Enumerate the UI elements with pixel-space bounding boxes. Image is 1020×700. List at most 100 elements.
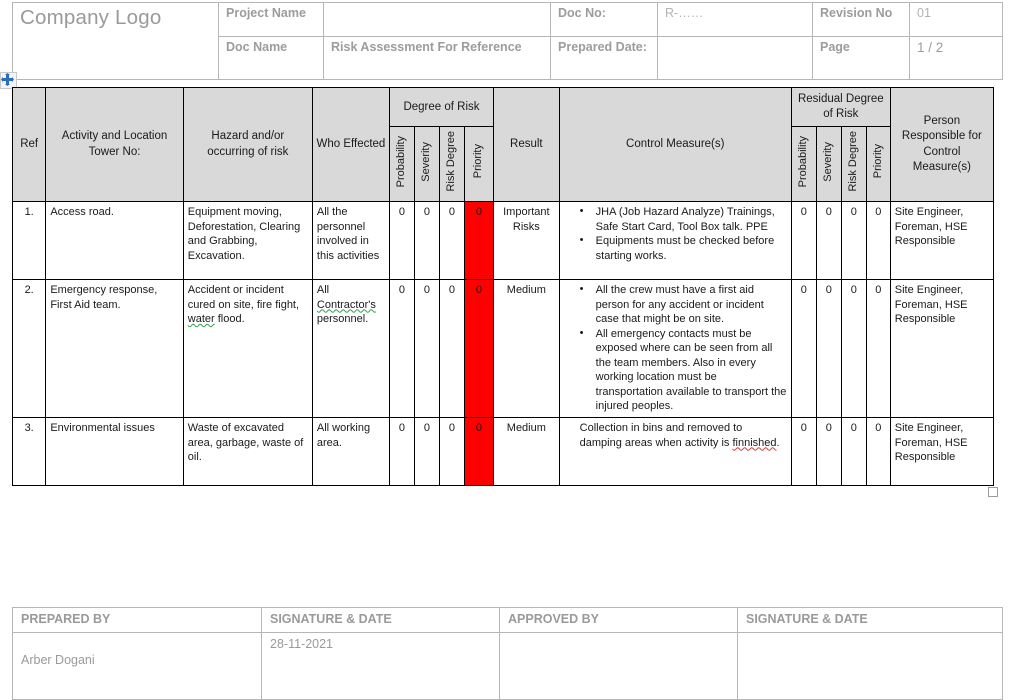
risk-table-body: 1. Access road. Equipment moving, Defore… xyxy=(11,201,995,487)
cell-ref: 3. xyxy=(11,417,47,487)
prepared-by-label: PREPARED BY xyxy=(12,607,262,633)
control-measure-text: Collection in bins and removed to dampin… xyxy=(579,422,780,449)
cell-risk-degree: 0 xyxy=(438,201,465,281)
col-header-probability: Probability xyxy=(388,126,415,203)
list-item: All the crew must have a first aid perso… xyxy=(580,282,787,327)
list-item: Equipments must be checked before starti… xyxy=(580,233,787,263)
signature-table: PREPARED BY SIGNATURE & DATE APPROVED BY… xyxy=(12,607,1003,700)
col-header-priority: Priority xyxy=(463,126,495,203)
col-header-residual-degree-group: Residual Degree of Risk xyxy=(790,86,891,128)
cell-residual-priority: 0 xyxy=(865,417,891,487)
cell-risk-degree: 0 xyxy=(438,279,465,419)
cell-priority: 0 xyxy=(463,279,495,419)
col-header-result: Result xyxy=(493,86,560,203)
cell-result: Medium xyxy=(493,417,560,487)
control-measures-list: All the crew must have a first aid perso… xyxy=(564,282,787,414)
cell-who-effected: All the personnel involved in this activ… xyxy=(311,201,390,281)
doc-name-label-cell: Doc Name xyxy=(218,36,324,80)
cell-hazard: Waste of excavated area, garbage, waste … xyxy=(182,417,313,487)
cell-residual-severity: 0 xyxy=(815,201,842,281)
cell-activity: Environmental issues xyxy=(45,417,184,487)
project-name-value-cell[interactable] xyxy=(323,2,551,37)
cell-risk-degree: 0 xyxy=(438,417,465,487)
signature-header-row: PREPARED BY SIGNATURE & DATE APPROVED BY… xyxy=(12,607,1003,633)
cell-result: Medium xyxy=(493,279,560,419)
cell-residual-probability: 0 xyxy=(790,201,817,281)
revision-no-value: 01 xyxy=(917,6,931,20)
table-header-row-1: Ref Activity and Location Tower No: Haza… xyxy=(11,86,995,203)
page-label-cell: Page xyxy=(812,36,910,80)
table-resize-handle[interactable] xyxy=(988,487,998,497)
signature-table-wrap: PREPARED BY SIGNATURE & DATE APPROVED BY… xyxy=(12,607,1003,700)
doc-no-value-cell[interactable]: R-…… xyxy=(657,2,813,37)
document-header-table: Company Logo Project Name Doc No: R-…… R… xyxy=(12,2,1003,80)
signature-value-row: Arber Dogani 28-11-2021 xyxy=(12,632,1003,700)
revision-no-label-cell: Revision No xyxy=(812,2,910,37)
cell-priority: 0 xyxy=(463,417,495,487)
cell-priority: 0 xyxy=(463,201,495,281)
list-item: JHA (Job Hazard Analyze) Trainings, Safe… xyxy=(580,204,787,234)
risk-assessment-table-wrap: Ref Activity and Location Tower No: Haza… xyxy=(11,86,995,487)
col-header-residual-probability: Probability xyxy=(790,126,817,203)
table-row: 2. Emergency response, First Aid team. A… xyxy=(11,279,995,419)
col-header-hazard: Hazard and/or occurring of risk xyxy=(182,86,313,203)
project-name-label: Project Name xyxy=(226,6,306,20)
col-header-risk-degree: Risk Degree xyxy=(438,126,465,203)
control-measures-list: JHA (Job Hazard Analyze) Trainings, Safe… xyxy=(564,204,787,263)
cell-residual-risk-degree: 0 xyxy=(840,279,867,419)
doc-name-value: Risk Assessment For Reference xyxy=(331,40,522,54)
prepared-date-label: Prepared Date: xyxy=(558,40,647,54)
table-row: 1. Access road. Equipment moving, Defore… xyxy=(11,201,995,281)
cell-residual-severity: 0 xyxy=(815,417,842,487)
header-row-1: Company Logo Project Name Doc No: R-…… R… xyxy=(12,2,1003,80)
col-header-person-responsible: Person Responsible for Control Measure(s… xyxy=(889,86,995,203)
signature-date-value-2[interactable] xyxy=(737,632,1003,700)
approved-by-value[interactable] xyxy=(499,632,738,700)
cell-residual-priority: 0 xyxy=(865,201,891,281)
revision-no-value-cell[interactable]: 01 xyxy=(909,2,1003,37)
col-header-activity: Activity and Location Tower No: xyxy=(45,86,184,203)
table-row: 3. Environmental issues Waste of excavat… xyxy=(11,417,995,487)
cell-result: Important Risks xyxy=(493,201,560,281)
signature-date-label-1: SIGNATURE & DATE xyxy=(261,607,500,633)
cell-who-effected: All working area. xyxy=(311,417,390,487)
cell-severity: 0 xyxy=(413,279,440,419)
doc-name-value-cell[interactable]: Risk Assessment For Reference xyxy=(323,36,551,80)
company-logo-text: Company Logo xyxy=(20,6,162,29)
cell-residual-priority: 0 xyxy=(865,279,891,419)
col-header-control-measures: Control Measure(s) xyxy=(558,86,792,203)
signature-date-value-1[interactable]: 28-11-2021 xyxy=(261,632,500,700)
list-item: All emergency contacts must be exposed w… xyxy=(580,326,787,414)
project-name-label-cell: Project Name xyxy=(218,2,324,37)
doc-no-label-cell: Doc No: xyxy=(550,2,658,37)
prepared-date-label-cell: Prepared Date: xyxy=(550,36,658,80)
page-value: 1 / 2 xyxy=(917,40,944,55)
approved-by-label: APPROVED BY xyxy=(499,607,738,633)
doc-no-label: Doc No: xyxy=(558,6,606,20)
cell-ref: 1. xyxy=(11,201,47,281)
cell-control-measures: JHA (Job Hazard Analyze) Trainings, Safe… xyxy=(558,201,792,281)
page-value-cell[interactable]: 1 / 2 xyxy=(909,36,1003,80)
col-header-severity: Severity xyxy=(413,126,440,203)
cell-control-measures: Collection in bins and removed to dampin… xyxy=(558,417,792,487)
cell-hazard: Accident or incident cured on site, fire… xyxy=(182,279,313,419)
prepared-date-value-cell[interactable] xyxy=(657,36,813,80)
doc-no-value: R-…… xyxy=(665,6,704,20)
cell-person-responsible: Site Engineer, Foreman, HSE Responsible xyxy=(889,417,995,487)
revision-no-label: Revision No xyxy=(820,6,893,20)
cell-ref: 2. xyxy=(11,279,47,419)
cell-probability: 0 xyxy=(388,279,415,419)
cell-control-measures: All the crew must have a first aid perso… xyxy=(558,279,792,419)
header-table: Company Logo Project Name Doc No: R-…… R… xyxy=(12,2,1003,80)
cell-person-responsible: Site Engineer, Foreman, HSE Responsible xyxy=(889,279,995,419)
col-header-residual-priority: Priority xyxy=(865,126,891,203)
signature-date-label-2: SIGNATURE & DATE xyxy=(737,607,1003,633)
cell-activity: Access road. xyxy=(45,201,184,281)
col-header-degree-of-risk-group: Degree of Risk xyxy=(388,86,495,128)
company-logo-cell: Company Logo xyxy=(12,2,219,80)
col-header-residual-severity: Severity xyxy=(815,126,842,203)
cell-residual-risk-degree: 0 xyxy=(840,201,867,281)
prepared-by-value[interactable]: Arber Dogani xyxy=(12,632,262,700)
cell-severity: 0 xyxy=(413,201,440,281)
cell-probability: 0 xyxy=(388,417,415,487)
